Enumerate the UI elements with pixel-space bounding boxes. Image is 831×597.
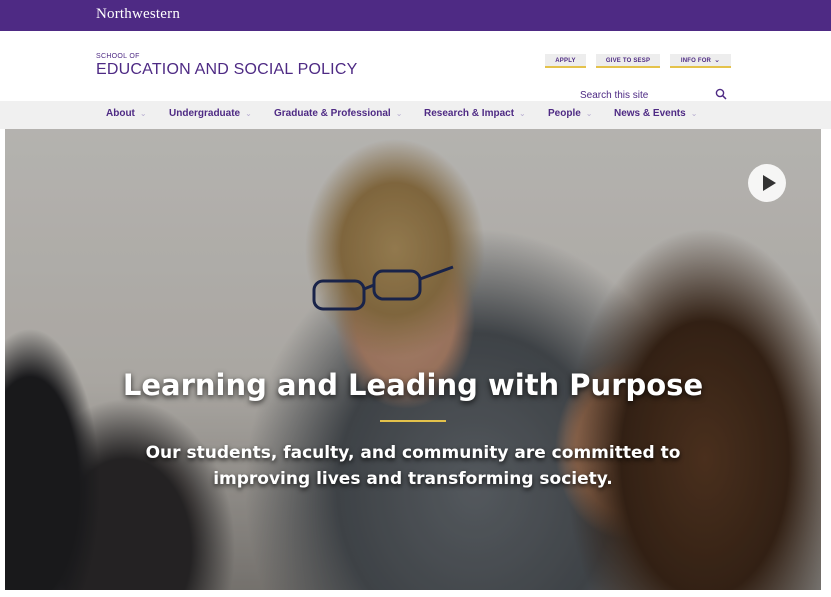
- nav-item-label: Graduate & Professional: [274, 108, 391, 119]
- hero-title: Learning and Leading with Purpose: [122, 368, 704, 402]
- site-header: SCHOOL OF EDUCATION AND SOCIAL POLICY AP…: [0, 31, 831, 108]
- hero-divider: [380, 420, 446, 422]
- nav-item-graduate[interactable]: Graduate & Professional ⌄: [274, 108, 402, 119]
- nav-item-people[interactable]: People ⌄: [548, 108, 593, 119]
- nav-item-research[interactable]: Research & Impact ⌄: [424, 108, 526, 119]
- apply-button[interactable]: APPLY: [545, 54, 586, 68]
- give-label: GIVE TO SESP: [605, 58, 651, 64]
- video-play-button[interactable]: [748, 164, 786, 202]
- chevron-down-icon: ⌄: [585, 109, 593, 118]
- chevron-down-icon: ⌄: [395, 109, 403, 118]
- chevron-down-icon: ⌄: [519, 109, 526, 118]
- chevron-down-icon: ⌄: [714, 57, 721, 64]
- hero-overlay: [5, 129, 821, 590]
- nav-item-undergraduate[interactable]: Undergraduate ⌄: [169, 108, 252, 119]
- apply-label: APPLY: [555, 58, 576, 64]
- info-for-label: INFO FOR: [680, 58, 712, 64]
- info-for-dropdown[interactable]: INFO FOR ⌄: [670, 54, 731, 68]
- search-icon[interactable]: [715, 88, 727, 100]
- nav-item-news-events[interactable]: News & Events ⌄: [614, 108, 697, 119]
- nav-item-label: News & Events: [614, 108, 686, 119]
- northwestern-logo[interactable]: Northwestern: [96, 6, 180, 23]
- global-top-bar: Northwestern: [0, 0, 831, 31]
- main-nav: About ⌄ Undergraduate ⌄ Graduate & Profess…: [0, 101, 831, 129]
- school-name[interactable]: EDUCATION AND SOCIAL POLICY: [96, 61, 357, 79]
- chevron-down-icon: ⌄: [139, 109, 147, 118]
- chevron-down-icon: ⌄: [690, 109, 698, 118]
- hero-banner: Learning and Leading with Purpose Our st…: [5, 129, 821, 590]
- nav-item-about[interactable]: About ⌄: [106, 108, 147, 119]
- give-button[interactable]: GIVE TO SESP: [596, 54, 660, 68]
- hero-subtitle: Our students, faculty, and community are…: [145, 443, 681, 489]
- page-bottom-edge: [0, 590, 831, 597]
- nav-item-label: About: [106, 108, 135, 119]
- nav-item-label: Research & Impact: [424, 108, 515, 119]
- nav-item-label: Undergraduate: [169, 108, 241, 119]
- chevron-down-icon: ⌄: [245, 109, 252, 118]
- school-label[interactable]: SCHOOL OF: [96, 53, 140, 60]
- play-icon: [763, 175, 776, 191]
- nav-item-label: People: [548, 108, 581, 119]
